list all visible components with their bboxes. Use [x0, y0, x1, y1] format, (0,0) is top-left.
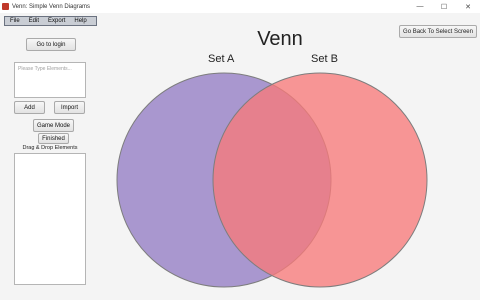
set-b-circle[interactable] — [212, 72, 428, 288]
venn-diagram — [116, 72, 428, 288]
